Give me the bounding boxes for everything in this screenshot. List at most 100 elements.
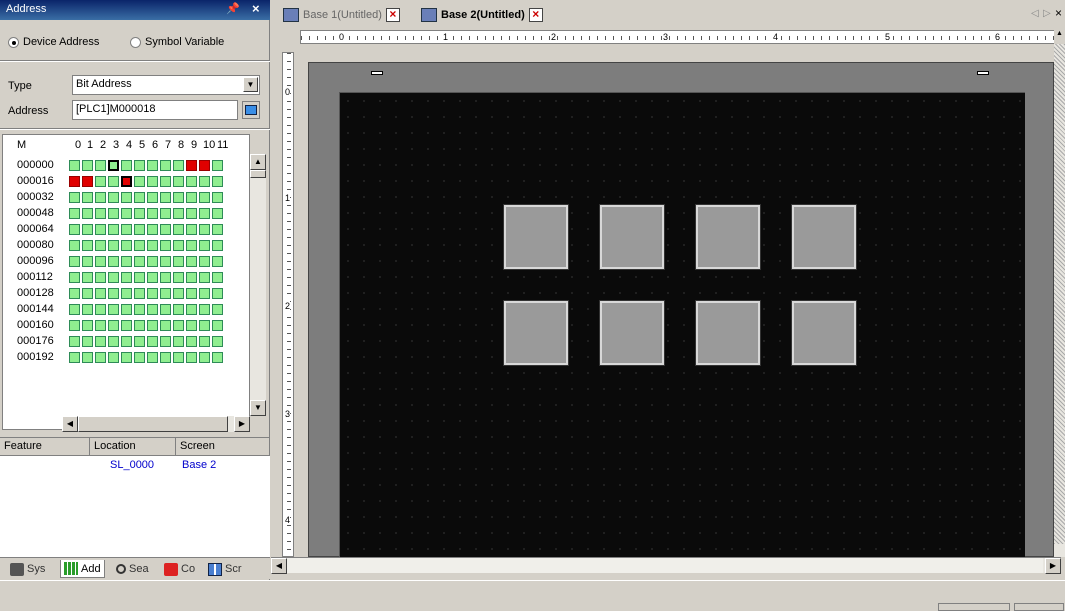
bit-cell[interactable] xyxy=(186,176,197,187)
bit-cell[interactable] xyxy=(186,160,197,171)
bit-cell[interactable] xyxy=(69,160,80,171)
bit-cell[interactable] xyxy=(199,224,210,235)
scroll-left-icon[interactable]: ◀ xyxy=(271,558,287,574)
bit-cell[interactable] xyxy=(121,176,132,187)
bit-cell[interactable] xyxy=(173,160,184,171)
bit-cell[interactable] xyxy=(173,208,184,219)
bit-cell[interactable] xyxy=(108,176,119,187)
bit-cell[interactable] xyxy=(95,352,106,363)
bit-cell[interactable] xyxy=(108,160,119,171)
lamp-part[interactable] xyxy=(791,300,857,366)
bit-cell[interactable] xyxy=(95,176,106,187)
bit-cell[interactable] xyxy=(212,208,223,219)
bit-cell[interactable] xyxy=(160,240,171,251)
bit-cell[interactable] xyxy=(82,288,93,299)
scroll-thumb[interactable] xyxy=(78,416,228,432)
bit-cell[interactable] xyxy=(82,240,93,251)
bit-cell[interactable] xyxy=(121,336,132,347)
bit-cell[interactable] xyxy=(121,240,132,251)
bit-cell[interactable] xyxy=(95,336,106,347)
radio-symbol-variable[interactable]: Symbol Variable xyxy=(130,36,224,48)
bit-cell[interactable] xyxy=(82,304,93,315)
bit-cell[interactable] xyxy=(199,256,210,267)
bit-cell[interactable] xyxy=(173,224,184,235)
bit-cell[interactable] xyxy=(160,192,171,203)
bit-cell[interactable] xyxy=(212,176,223,187)
radio-device-address[interactable]: Device Address xyxy=(8,36,99,48)
bit-cell[interactable] xyxy=(134,176,145,187)
bit-cell[interactable] xyxy=(121,208,132,219)
bit-cell[interactable] xyxy=(69,352,80,363)
bit-cell[interactable] xyxy=(147,160,158,171)
bit-cell[interactable] xyxy=(199,304,210,315)
bit-cell[interactable] xyxy=(212,352,223,363)
bit-cell[interactable] xyxy=(147,256,158,267)
bit-cell[interactable] xyxy=(69,288,80,299)
bit-cell[interactable] xyxy=(134,336,145,347)
bit-cell[interactable] xyxy=(82,320,93,331)
bit-cell[interactable] xyxy=(121,304,132,315)
bit-cell[interactable] xyxy=(82,256,93,267)
lamp-part[interactable] xyxy=(599,204,665,270)
bit-cell[interactable] xyxy=(82,272,93,283)
bit-cell[interactable] xyxy=(160,320,171,331)
bit-cell[interactable] xyxy=(212,304,223,315)
bit-cell[interactable] xyxy=(121,224,132,235)
bit-cell[interactable] xyxy=(95,272,106,283)
bit-cell[interactable] xyxy=(147,288,158,299)
bit-cell[interactable] xyxy=(147,176,158,187)
bit-cell[interactable] xyxy=(186,208,197,219)
type-select[interactable]: Bit Address ▼ xyxy=(72,75,260,95)
bit-cell[interactable] xyxy=(212,192,223,203)
grid-horizontal-scrollbar[interactable]: ◀ ▶ xyxy=(62,416,250,432)
bit-cell[interactable] xyxy=(108,336,119,347)
bit-cell[interactable] xyxy=(173,272,184,283)
bit-cell[interactable] xyxy=(199,320,210,331)
bit-cell[interactable] xyxy=(212,240,223,251)
bit-cell[interactable] xyxy=(82,336,93,347)
radio-device-icon[interactable] xyxy=(8,36,19,48)
tab-system[interactable]: Sys xyxy=(10,560,45,578)
tab-scroll-left-icon[interactable]: ◁ xyxy=(1031,8,1039,19)
bit-cell[interactable] xyxy=(160,304,171,315)
bit-cell[interactable] xyxy=(95,304,106,315)
bit-cell[interactable] xyxy=(199,240,210,251)
scroll-right-icon[interactable]: ▶ xyxy=(234,416,250,432)
bit-cell[interactable] xyxy=(160,176,171,187)
bit-cell[interactable] xyxy=(147,224,158,235)
bit-cell[interactable] xyxy=(108,304,119,315)
lamp-part[interactable] xyxy=(503,204,569,270)
bit-cell[interactable] xyxy=(121,288,132,299)
bit-cell[interactable] xyxy=(134,304,145,315)
bit-cell[interactable] xyxy=(186,352,197,363)
bit-cell[interactable] xyxy=(199,336,210,347)
bit-cell[interactable] xyxy=(173,320,184,331)
scroll-right-icon[interactable]: ▶ xyxy=(1045,558,1061,574)
bit-cell[interactable] xyxy=(173,288,184,299)
bit-cell[interactable] xyxy=(212,272,223,283)
canvas-vertical-scrollbar[interactable]: ▲ xyxy=(1054,30,1065,557)
bit-cell[interactable] xyxy=(186,320,197,331)
bit-cell[interactable] xyxy=(134,320,145,331)
bit-cell[interactable] xyxy=(69,320,80,331)
bit-cell[interactable] xyxy=(147,208,158,219)
bit-cell[interactable] xyxy=(173,192,184,203)
lamp-part[interactable] xyxy=(503,300,569,366)
bit-cell[interactable] xyxy=(212,288,223,299)
bit-cell[interactable] xyxy=(186,240,197,251)
tab-base2[interactable]: Base 2(Untitled) × xyxy=(421,6,543,24)
bit-cell[interactable] xyxy=(134,160,145,171)
bit-cell[interactable] xyxy=(134,352,145,363)
bit-cell[interactable] xyxy=(147,192,158,203)
bit-cell[interactable] xyxy=(186,304,197,315)
grid-vertical-scrollbar[interactable]: ▲ ▼ xyxy=(250,154,266,416)
bit-cell[interactable] xyxy=(134,192,145,203)
bit-cell[interactable] xyxy=(134,272,145,283)
scroll-up-icon[interactable]: ▲ xyxy=(250,154,266,170)
chevron-down-icon[interactable]: ▼ xyxy=(243,77,258,92)
bit-cell[interactable] xyxy=(212,320,223,331)
bit-cell[interactable] xyxy=(95,208,106,219)
bit-cell[interactable] xyxy=(199,352,210,363)
bit-cell[interactable] xyxy=(121,272,132,283)
bit-cell[interactable] xyxy=(147,320,158,331)
